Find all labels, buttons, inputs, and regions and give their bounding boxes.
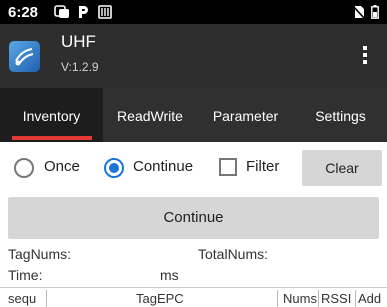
tab-active-indicator bbox=[12, 136, 92, 140]
tab-inventory[interactable]: Inventory bbox=[0, 88, 103, 142]
tag-nums-label: TagNums: bbox=[8, 246, 72, 262]
col-sequ: sequ bbox=[8, 291, 37, 306]
continue-label[interactable]: Continue bbox=[133, 158, 193, 175]
once-label[interactable]: Once bbox=[44, 158, 80, 175]
options-row: Once Continue Filter Clear bbox=[0, 142, 387, 194]
status-time: 6:28 bbox=[8, 4, 39, 21]
tab-readwrite[interactable]: ReadWrite bbox=[103, 88, 197, 142]
col-divider bbox=[318, 290, 319, 307]
tab-settings-label: Settings bbox=[315, 108, 366, 124]
col-rssi: RSSI bbox=[321, 291, 352, 306]
overflow-menu-icon[interactable] bbox=[362, 46, 368, 68]
col-divider bbox=[277, 290, 278, 307]
tab-inventory-label: Inventory bbox=[22, 108, 81, 124]
clear-button[interactable]: Clear bbox=[302, 150, 382, 186]
tab-bar: Inventory ReadWrite Parameter Settings bbox=[0, 88, 387, 142]
app-version: V:1.2.9 bbox=[61, 60, 99, 74]
col-tagepc: TagEPC bbox=[136, 291, 184, 306]
col-add: Add bbox=[358, 291, 382, 306]
media-icon bbox=[98, 5, 112, 19]
col-divider bbox=[46, 290, 47, 307]
continue-button[interactable]: Continue bbox=[8, 197, 379, 239]
tab-parameter-label: Parameter bbox=[212, 108, 279, 124]
col-divider bbox=[355, 290, 356, 307]
app-title: UHF bbox=[61, 32, 96, 51]
table-header: sequ TagEPC Nums RSSI Add bbox=[0, 287, 387, 307]
tab-readwrite-label: ReadWrite bbox=[117, 108, 183, 124]
status-bar: 6:28 bbox=[0, 0, 387, 24]
filter-label[interactable]: Filter bbox=[246, 158, 279, 175]
continue-radio[interactable] bbox=[104, 158, 124, 178]
notification-icon bbox=[54, 5, 69, 18]
battery-icon bbox=[371, 5, 379, 19]
time-label: Time: bbox=[8, 267, 43, 283]
total-nums-label: TotalNums: bbox=[198, 246, 269, 262]
tab-settings[interactable]: Settings bbox=[294, 88, 387, 142]
parking-app-icon bbox=[79, 6, 88, 18]
uhf-logo-icon bbox=[9, 41, 40, 72]
col-nums: Nums bbox=[283, 291, 317, 306]
time-unit: ms bbox=[160, 267, 179, 283]
once-radio[interactable] bbox=[14, 158, 34, 178]
filter-checkbox[interactable] bbox=[219, 158, 237, 176]
no-sim-icon bbox=[352, 5, 365, 19]
app-bar: UHF V:1.2.9 bbox=[0, 24, 387, 88]
tab-parameter[interactable]: Parameter bbox=[197, 88, 294, 142]
